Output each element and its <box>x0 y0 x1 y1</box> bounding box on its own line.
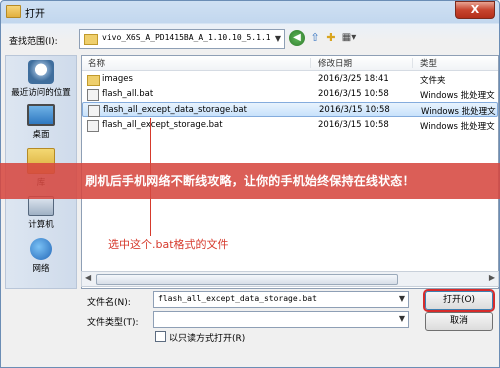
file-type: Windows 批处理文 <box>420 91 495 101</box>
lookin-dropdown[interactable]: vivo_X6S_A_PD1415BA_A_1.10.10_5.1.1 ▼ <box>79 29 285 49</box>
batch-file-icon <box>88 105 100 117</box>
file-date: 2016/3/15 10:58 <box>318 120 389 130</box>
file-date: 2016/3/25 18:41 <box>318 74 389 84</box>
filetype-select[interactable]: ▼ <box>153 311 409 328</box>
readonly-checkbox[interactable] <box>155 331 166 342</box>
file-name: flash_all.bat <box>102 89 154 99</box>
recent-places-icon <box>28 60 54 84</box>
column-header-name[interactable]: 名称 <box>88 57 105 69</box>
readonly-label[interactable]: 以只读方式打开(R) <box>169 331 245 344</box>
scroll-right-icon[interactable]: ▶ <box>489 273 495 282</box>
column-header-type[interactable]: 类型 <box>420 57 437 69</box>
chevron-down-icon[interactable]: ▼ <box>399 294 405 303</box>
scrollbar-thumb[interactable] <box>96 274 398 285</box>
folder-icon <box>6 5 21 18</box>
file-date: 2016/3/15 10:58 <box>318 89 389 99</box>
file-list-header: 名称 修改日期 类型 <box>82 56 498 71</box>
filetype-label: 文件类型(T): <box>87 318 139 328</box>
computer-icon <box>28 196 54 216</box>
folder-icon <box>87 75 100 86</box>
place-label: 桌面 <box>32 130 50 140</box>
chevron-down-icon: ▼ <box>274 34 281 43</box>
file-row[interactable]: images 2016/3/25 18:41 文件夹 <box>82 72 498 87</box>
place-recent[interactable]: 最近访问的位置 <box>6 60 76 98</box>
column-divider[interactable] <box>310 58 311 68</box>
place-label: 网络 <box>32 264 50 274</box>
scroll-left-icon[interactable]: ◀ <box>85 273 91 282</box>
promo-banner: 刷机后手机网络不断线攻略，让你的手机始终保持在线状态！ <box>0 163 500 199</box>
place-label: 计算机 <box>28 220 54 230</box>
place-label: 最近访问的位置 <box>11 88 71 98</box>
batch-file-icon <box>87 120 99 132</box>
filename-label: 文件名(N): <box>87 298 131 308</box>
file-type: Windows 批处理文 <box>420 122 495 132</box>
filename-value: flash_all_except_data_storage.bat <box>158 294 317 303</box>
annotation-text: 选中这个.bat格式的文件 <box>108 238 229 251</box>
file-name: flash_all_except_storage.bat <box>102 120 223 130</box>
file-row-selected[interactable]: flash_all_except_data_storage.bat 2016/3… <box>82 102 498 117</box>
file-row[interactable]: flash_all.bat 2016/3/15 10:58 Windows 批处… <box>82 87 498 102</box>
up-folder-icon[interactable]: ⇧ <box>307 30 323 46</box>
view-menu-icon[interactable]: ▦▾ <box>341 30 357 46</box>
open-button[interactable]: 打开(O) <box>425 291 493 310</box>
lookin-label: 查找范围(I): <box>9 37 58 47</box>
chevron-down-icon[interactable]: ▼ <box>399 314 405 323</box>
column-header-date[interactable]: 修改日期 <box>318 57 352 69</box>
place-network[interactable]: 网络 <box>6 238 76 274</box>
title-bar: 打开 X <box>1 1 499 23</box>
close-button[interactable]: X <box>455 1 495 19</box>
file-row[interactable]: flash_all_except_storage.bat 2016/3/15 1… <box>82 118 498 133</box>
file-name: flash_all_except_data_storage.bat <box>103 105 247 115</box>
folder-icon <box>84 34 98 45</box>
place-desktop[interactable]: 桌面 <box>6 104 76 140</box>
filename-input[interactable]: flash_all_except_data_storage.bat ▼ <box>153 291 409 308</box>
cancel-button[interactable]: 取消 <box>425 312 493 331</box>
file-name: images <box>102 74 133 84</box>
network-icon <box>30 238 52 260</box>
file-type: 文件夹 <box>420 76 446 86</box>
lookin-value: vivo_X6S_A_PD1415BA_A_1.10.10_5.1.1 <box>102 33 271 42</box>
window-title: 打开 <box>25 9 45 20</box>
place-computer[interactable]: 计算机 <box>6 196 76 230</box>
column-divider[interactable] <box>412 58 413 68</box>
file-type: Windows 批处理文 <box>421 107 496 117</box>
back-arrow-icon[interactable]: ◀ <box>289 30 305 46</box>
horizontal-scrollbar[interactable]: ◀ ▶ <box>81 271 499 287</box>
file-date: 2016/3/15 10:58 <box>319 105 390 115</box>
new-folder-icon[interactable]: ✚ <box>323 30 339 46</box>
batch-file-icon <box>87 89 99 101</box>
desktop-icon <box>27 104 55 126</box>
